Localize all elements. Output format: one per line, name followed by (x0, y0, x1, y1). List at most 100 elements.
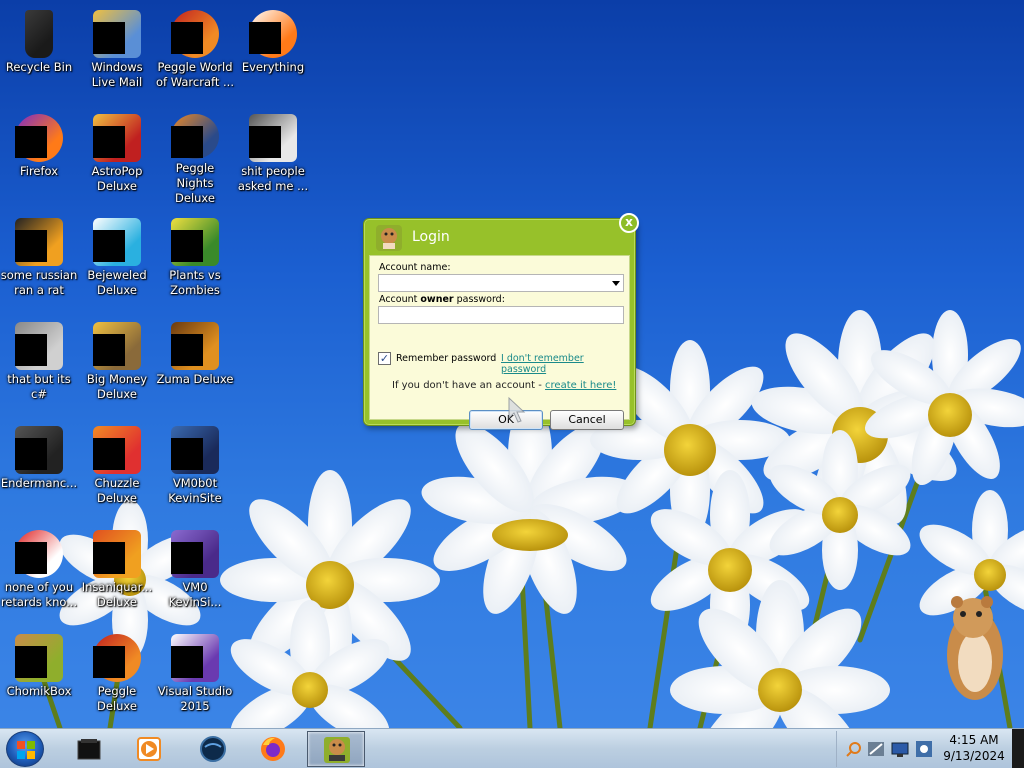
taskbar-app-media-player[interactable] (120, 731, 178, 767)
desktop-icon[interactable]: Plants vs Zombies (156, 214, 234, 310)
desktop-icon-label: shit people asked me ... (237, 164, 309, 193)
plants-vs-zombies-icon (171, 218, 219, 266)
settings-tray-icon[interactable] (915, 740, 933, 758)
hamster-mascot (947, 596, 1003, 700)
desktop-icon[interactable]: VM0b0t KevinSite (156, 422, 234, 518)
censor-block (93, 334, 125, 366)
desktop-icon[interactable]: Chuzzle Deluxe (78, 422, 156, 518)
desktop-icon[interactable]: Endermanc... (0, 422, 78, 518)
censor-block (171, 230, 203, 262)
monitor-tray-icon[interactable] (891, 740, 909, 758)
censor-block (93, 646, 125, 678)
taskbar-app-globe[interactable] (184, 731, 242, 767)
desktop-icon-label: Plants vs Zombies (169, 268, 221, 297)
vm0b0t-icon (171, 426, 219, 474)
network-tray-icon[interactable] (867, 740, 885, 758)
desktop-icon-label: Peggle Nights Deluxe (175, 161, 215, 205)
desktop-icon[interactable]: Firefox (0, 110, 78, 206)
account-name-label: Account name: (379, 262, 451, 273)
desktop-icon[interactable]: some russian ran a rat (0, 214, 78, 310)
taskbar-app-firefox[interactable] (244, 731, 302, 767)
password-label-suffix: password: (453, 294, 505, 305)
censor-block (171, 334, 203, 366)
password-label-bold: owner (420, 294, 454, 305)
globe-icon (200, 736, 226, 762)
desktop-icon-label: Everything (241, 60, 305, 74)
desktop-icon[interactable]: Recycle Bin (0, 6, 78, 102)
login-title: Login (412, 229, 450, 245)
desktop-icon-label: Visual Studio 2015 (157, 684, 233, 713)
desktop-icon-label: none of you retards kno... (0, 580, 78, 609)
insaniquarium-icon (93, 530, 141, 578)
taskbar: 4:15 AM 9/13/2024 (0, 728, 1024, 768)
desktop-icon[interactable]: Peggle World of Warcraft ... (156, 6, 234, 102)
remember-password-checkbox[interactable]: ✓ (378, 352, 391, 365)
censor-block (171, 438, 203, 470)
cancel-button[interactable]: Cancel (550, 410, 624, 430)
password-label: Account owner password: (379, 294, 505, 305)
desktop-icon-label: Chuzzle Deluxe (94, 476, 140, 505)
taskbar-app-chomikbox[interactable] (307, 731, 365, 767)
russian-rat-icon (15, 218, 63, 266)
everything-search-icon (249, 10, 297, 58)
clock-time: 4:15 AM (949, 733, 999, 747)
astropop-icon (93, 114, 141, 162)
windows-start-icon (17, 741, 35, 759)
login-titlebar[interactable]: Login x (364, 213, 639, 255)
firefox-icon (15, 114, 63, 162)
censor-block (93, 22, 125, 54)
desktop-icon[interactable]: that but its c# (0, 318, 78, 414)
close-icon: x (625, 215, 633, 229)
desktop-icon[interactable]: ChomikBox (0, 630, 78, 726)
folder-stack-icon (15, 322, 63, 370)
chomikbox-icon (324, 737, 350, 763)
start-button[interactable] (6, 731, 44, 767)
password-field[interactable] (378, 306, 624, 324)
desktop-icon-label: Recycle Bin (5, 60, 73, 74)
desktop-icon-label: Bejeweled Deluxe (87, 268, 147, 297)
desktop-icon[interactable]: none of you retards kno... (0, 526, 78, 622)
password-label-prefix: Account (379, 294, 421, 305)
desktop-icon[interactable]: shit people asked me ... (234, 110, 312, 206)
desktop-icon-label: Insaniquar... Deluxe (81, 580, 153, 609)
create-account-link[interactable]: create it here! (545, 380, 616, 391)
desktop-icon[interactable]: Big Money Deluxe (78, 318, 156, 414)
desktop-icon[interactable]: Windows Live Mail (78, 6, 156, 102)
desktop-icon-label: Windows Live Mail (91, 60, 143, 89)
desktop-icon[interactable]: AstroPop Deluxe (78, 110, 156, 206)
forgot-password-link[interactable]: I don't remember password (501, 353, 629, 375)
censor-block (93, 126, 125, 158)
desktop-icon[interactable]: Peggle Deluxe (78, 630, 156, 726)
peggle-deluxe-icon (93, 634, 141, 682)
desktop-icon-label: AstroPop Deluxe (91, 164, 143, 193)
censor-block (171, 22, 203, 54)
desktop-icon[interactable]: Bejeweled Deluxe (78, 214, 156, 310)
show-desktop-button[interactable] (1012, 729, 1024, 768)
red-circle-icon (15, 530, 63, 578)
visual-studio-icon (171, 634, 219, 682)
system-tray (836, 731, 936, 767)
desktop-icon[interactable]: Everything (234, 6, 312, 102)
desktop-icon[interactable]: Insaniquar... Deluxe (78, 526, 156, 622)
desktop-icon-label: Peggle Deluxe (97, 684, 137, 713)
desktop-icon-label: some russian ran a rat (0, 268, 78, 297)
taskbar-clock[interactable]: 4:15 AM 9/13/2024 (938, 732, 1010, 766)
desktop-icon-label: Peggle World of Warcraft ... (156, 60, 234, 89)
chomikbox-icon (376, 225, 402, 251)
remember-password-label[interactable]: Remember password (396, 353, 496, 364)
desktop-icon[interactable]: VM0 KevinSi... (156, 526, 234, 622)
chevron-down-icon[interactable] (612, 281, 620, 286)
endermanch-icon (15, 426, 63, 474)
desktop-icon[interactable]: Zuma Deluxe (156, 318, 234, 414)
desktop-icon[interactable]: Visual Studio 2015 (156, 630, 234, 726)
search-tray-icon[interactable] (845, 740, 863, 758)
recycle-bin-icon (15, 10, 63, 58)
censor-block (15, 126, 47, 158)
censor-block (93, 230, 125, 262)
desktop-icon[interactable]: Peggle Nights Deluxe (156, 110, 234, 206)
big-money-icon (93, 322, 141, 370)
account-name-combobox[interactable] (378, 274, 624, 292)
close-button[interactable]: x (619, 213, 639, 233)
taskbar-app-black-box[interactable] (60, 731, 118, 767)
peggle-nights-icon (171, 114, 219, 159)
